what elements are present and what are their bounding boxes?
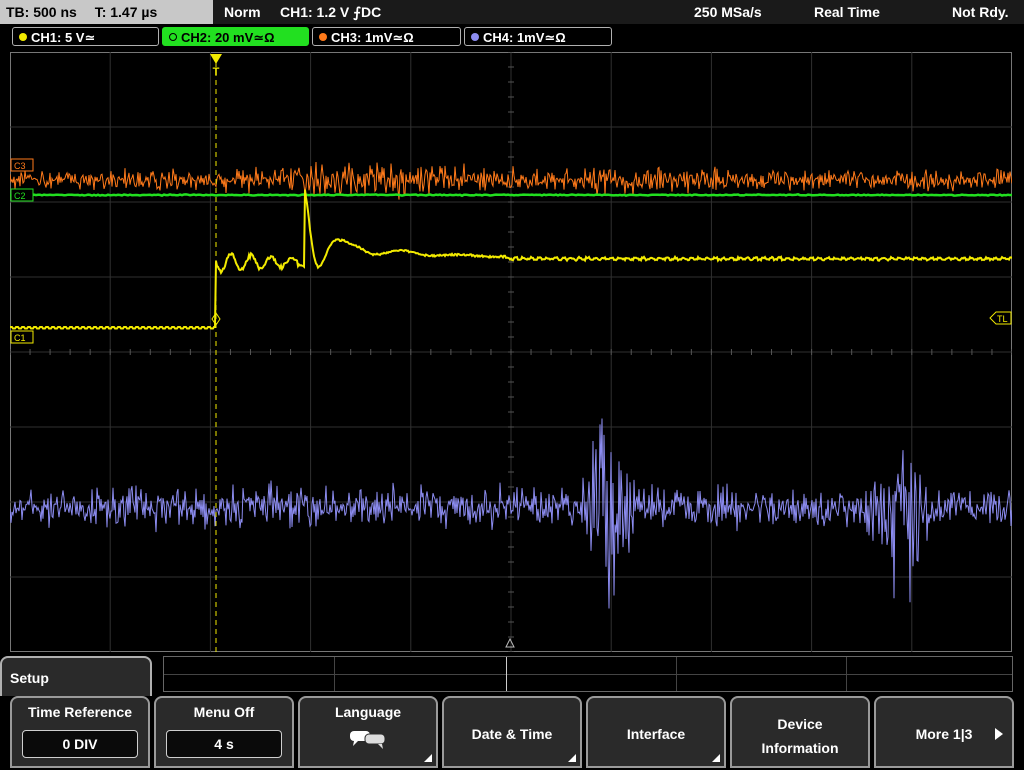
channel-label: CH2: 20 mV≃Ω — [181, 30, 275, 45]
submenu-indicator-icon — [568, 754, 576, 762]
ch1-ground-marker: C1 — [10, 330, 34, 344]
menu-title: Setup — [0, 656, 152, 696]
softkey-label-line1: Device — [777, 716, 823, 732]
acquisition-state: Not Rdy. — [952, 4, 1009, 20]
timebase-value: TB: 500 ns — [6, 4, 77, 20]
ch2-color-dot — [169, 33, 177, 41]
channel-tab-ch4[interactable]: CH4: 1mV≃Ω — [464, 27, 612, 46]
softkey-label: Menu Off — [193, 704, 255, 720]
ch3-ground-marker: C3 — [10, 158, 34, 172]
channel-bar: CH1: 5 V≃ CH2: 20 mV≃Ω CH3: 1mV≃Ω CH4: 1… — [0, 26, 1024, 48]
softkey-label: Language — [334, 704, 402, 720]
date-time-softkey[interactable]: Date & Time — [442, 696, 582, 768]
channel-label: CH3: 1mV≃Ω — [331, 30, 414, 45]
softkey-label: Date & Time — [471, 726, 553, 742]
acquisition-mode[interactable]: Real Time — [814, 0, 880, 24]
time-reference-value[interactable]: 0 DIV — [22, 730, 138, 758]
channel-label: CH1: 5 V≃ — [31, 30, 96, 45]
interface-softkey[interactable]: Interface — [586, 696, 726, 768]
sample-rate: 250 MSa/s — [694, 4, 762, 20]
channel-tab-ch1[interactable]: CH1: 5 V≃ — [12, 27, 159, 46]
ch2-trace — [9, 192, 1013, 198]
submenu-indicator-icon — [424, 754, 432, 762]
time-reference-softkey[interactable]: Time Reference 0 DIV — [10, 696, 150, 768]
device-information-softkey[interactable]: Device Information — [730, 696, 870, 768]
overview-strip — [163, 656, 1013, 692]
language-softkey[interactable]: Language — [298, 696, 438, 768]
softkey-menu: Setup Time Reference 0 DIV Menu Off 4 s … — [0, 654, 1024, 768]
ch2-marker-label: C2 — [14, 191, 26, 201]
timebase-box[interactable]: TB: 500 ns T: 1.47 µs — [0, 0, 213, 24]
ch2-ground-marker: C2 — [10, 188, 34, 202]
chat-bubbles-icon — [350, 731, 386, 749]
trigger-level-marker: TL — [989, 311, 1012, 325]
center-marker — [505, 637, 515, 648]
right-arrow-icon — [995, 728, 1003, 740]
menu-off-value[interactable]: 4 s — [166, 730, 282, 758]
menu-off-softkey[interactable]: Menu Off 4 s — [154, 696, 294, 768]
status-bar: TB: 500 ns T: 1.47 µs Norm CH1: 1.2 V ⨍D… — [0, 0, 1024, 24]
softkey-label: Time Reference — [27, 704, 132, 720]
softkey-label: More 1|3 — [915, 726, 973, 742]
trigger-info[interactable]: CH1: 1.2 V ⨍DC — [280, 0, 381, 24]
submenu-indicator-icon — [712, 754, 720, 762]
channel-tab-ch2[interactable]: CH2: 20 mV≃Ω — [162, 27, 309, 46]
softkey-label: Interface — [626, 726, 686, 742]
trigger-marker-icon: T — [210, 54, 222, 78]
time-offset-value: T: 1.47 µs — [94, 4, 158, 20]
waveform-display[interactable]: T C3 C2 C1 TL — [9, 51, 1013, 653]
graticule-grid — [9, 51, 1013, 653]
channel-tab-ch3[interactable]: CH3: 1mV≃Ω — [312, 27, 461, 46]
waveform-svg: T C3 C2 C1 TL — [9, 51, 1013, 653]
softkey-label: Device Information — [732, 712, 868, 760]
channel-label: CH4: 1mV≃Ω — [483, 30, 566, 45]
more-softkey[interactable]: More 1|3 — [874, 696, 1014, 768]
ch4-color-dot — [471, 33, 479, 41]
softkey-label-line2: Information — [761, 740, 839, 756]
trigger-marker-label: T — [213, 66, 220, 78]
ch3-marker-label: C3 — [14, 161, 26, 171]
ch3-color-dot — [319, 33, 327, 41]
trigger-level-label: TL — [997, 314, 1008, 324]
trigger-mode[interactable]: Norm — [224, 0, 261, 24]
ch1-marker-label: C1 — [14, 333, 26, 343]
ch1-color-dot — [19, 33, 27, 41]
